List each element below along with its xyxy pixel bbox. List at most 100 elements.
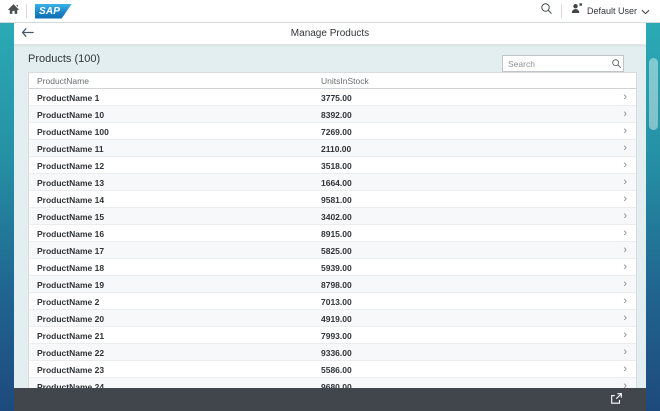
search-icon[interactable]: [609, 57, 623, 70]
table-row[interactable]: ProductName 100 7269.00 ›: [29, 123, 636, 140]
table-row[interactable]: ProductName 14 9581.00 ›: [29, 191, 636, 208]
shell-divider: [26, 4, 27, 18]
home-icon: [7, 2, 20, 20]
table-row[interactable]: ProductName 10 8392.00 ›: [29, 106, 636, 123]
product-name-cell: ProductName 14: [37, 195, 104, 205]
products-table: ProductName UnitsInStock ProductName 1 3…: [28, 72, 637, 411]
sap-logo[interactable]: SAP: [35, 4, 72, 19]
table-row[interactable]: ProductName 17 5825.00 ›: [29, 242, 636, 259]
home-button[interactable]: [0, 0, 26, 22]
units-in-stock-cell: 4919.00: [321, 314, 352, 324]
product-name-cell: ProductName 18: [37, 263, 104, 273]
user-icon: [570, 2, 583, 20]
units-in-stock-cell: 9581.00: [321, 195, 352, 205]
chevron-right-icon: ›: [623, 141, 627, 155]
chevron-right-icon: ›: [623, 260, 627, 274]
chevron-right-icon: ›: [623, 124, 627, 138]
product-name-cell: ProductName 13: [37, 178, 104, 188]
table-body: ProductName 1 3775.00 › ProductName 10 8…: [29, 89, 636, 411]
column-header-productname: ProductName: [37, 76, 89, 86]
table-row[interactable]: ProductName 12 3518.00 ›: [29, 157, 636, 174]
product-name-cell: ProductName 22: [37, 348, 104, 358]
chevron-down-icon: [641, 2, 650, 20]
table-row[interactable]: ProductName 23 5586.00 ›: [29, 361, 636, 378]
units-in-stock-cell: 3402.00: [321, 212, 352, 222]
chevron-right-icon: ›: [623, 345, 627, 359]
units-in-stock-cell: 8915.00: [321, 229, 352, 239]
column-header-unitsinstock: UnitsInStock: [321, 76, 369, 86]
user-name-label: Default User: [587, 6, 637, 16]
table-row[interactable]: ProductName 1 3775.00 ›: [29, 89, 636, 106]
units-in-stock-cell: 7993.00: [321, 331, 352, 341]
product-name-cell: ProductName 19: [37, 280, 104, 290]
table-row[interactable]: ProductName 13 1664.00 ›: [29, 174, 636, 191]
content-area: Products (100) ProductName UnitsInStock …: [14, 44, 646, 411]
chevron-right-icon: ›: [623, 209, 627, 223]
page-title: Manage Products: [14, 28, 646, 39]
units-in-stock-cell: 2110.00: [321, 144, 351, 154]
table-row[interactable]: ProductName 19 8798.00 ›: [29, 276, 636, 293]
table-row[interactable]: ProductName 21 7993.00 ›: [29, 327, 636, 344]
product-name-cell: ProductName 17: [37, 246, 104, 256]
chevron-right-icon: ›: [623, 175, 627, 189]
product-name-cell: ProductName 20: [37, 314, 104, 324]
table-row[interactable]: ProductName 22 9336.00 ›: [29, 344, 636, 361]
units-in-stock-cell: 3518.00: [321, 161, 352, 171]
shell-bar: SAP Default User: [0, 0, 660, 23]
chevron-right-icon: ›: [623, 243, 627, 257]
table-row[interactable]: ProductName 15 3402.00 ›: [29, 208, 636, 225]
arrow-left-icon: [21, 26, 35, 41]
table-header-row: ProductName UnitsInStock: [29, 73, 636, 89]
search-input[interactable]: [503, 59, 609, 69]
chevron-right-icon: ›: [623, 311, 627, 325]
chevron-right-icon: ›: [623, 226, 627, 240]
table-row[interactable]: ProductName 2 7013.00 ›: [29, 293, 636, 310]
units-in-stock-cell: 8392.00: [321, 110, 352, 120]
units-in-stock-cell: 5586.00: [321, 365, 352, 375]
sap-logo-text: SAP: [35, 4, 60, 19]
product-name-cell: ProductName 23: [37, 365, 104, 375]
product-name-cell: ProductName 11: [37, 144, 104, 154]
units-in-stock-cell: 5825.00: [321, 246, 352, 256]
left-edge-strip: [0, 22, 14, 411]
search-field[interactable]: [502, 55, 624, 72]
units-in-stock-cell: 5939.00: [321, 263, 352, 273]
product-name-cell: ProductName 10: [37, 110, 104, 120]
user-menu[interactable]: Default User: [562, 0, 660, 22]
units-in-stock-cell: 7013.00: [321, 297, 352, 307]
units-in-stock-cell: 7269.00: [321, 127, 352, 137]
products-toolbar: Products (100): [14, 44, 646, 72]
back-button[interactable]: [21, 25, 39, 41]
table-row[interactable]: ProductName 18 5939.00 ›: [29, 259, 636, 276]
chevron-right-icon: ›: [623, 107, 627, 121]
app-window: SAP Default User Manage Produc: [0, 0, 660, 411]
chevron-right-icon: ›: [623, 158, 627, 172]
search-icon: [540, 2, 553, 20]
share-button[interactable]: [608, 392, 624, 408]
products-count-title: Products (100): [28, 53, 100, 65]
chevron-right-icon: ›: [623, 294, 627, 308]
product-name-cell: ProductName 100: [37, 127, 109, 137]
shell-search-button[interactable]: [533, 0, 561, 22]
units-in-stock-cell: 1664.00: [321, 178, 352, 188]
table-row[interactable]: ProductName 16 8915.00 ›: [29, 225, 636, 242]
chevron-right-icon: ›: [623, 192, 627, 206]
product-name-cell: ProductName 1: [37, 93, 99, 103]
chevron-right-icon: ›: [623, 90, 627, 104]
chevron-right-icon: ›: [623, 277, 627, 291]
page-header: Manage Products: [14, 22, 646, 45]
table-row[interactable]: ProductName 20 4919.00 ›: [29, 310, 636, 327]
scrollbar-thumb[interactable]: [649, 58, 658, 130]
chevron-right-icon: ›: [623, 328, 627, 342]
units-in-stock-cell: 9336.00: [321, 348, 352, 358]
share-icon: [610, 392, 623, 408]
product-name-cell: ProductName 12: [37, 161, 104, 171]
units-in-stock-cell: 8798.00: [321, 280, 352, 290]
table-row[interactable]: ProductName 11 2110.00 ›: [29, 140, 636, 157]
product-name-cell: ProductName 2: [37, 297, 99, 307]
product-name-cell: ProductName 16: [37, 229, 104, 239]
product-name-cell: ProductName 15: [37, 212, 104, 222]
product-name-cell: ProductName 21: [37, 331, 104, 341]
chevron-right-icon: ›: [623, 362, 627, 376]
footer-bar: [14, 388, 646, 411]
